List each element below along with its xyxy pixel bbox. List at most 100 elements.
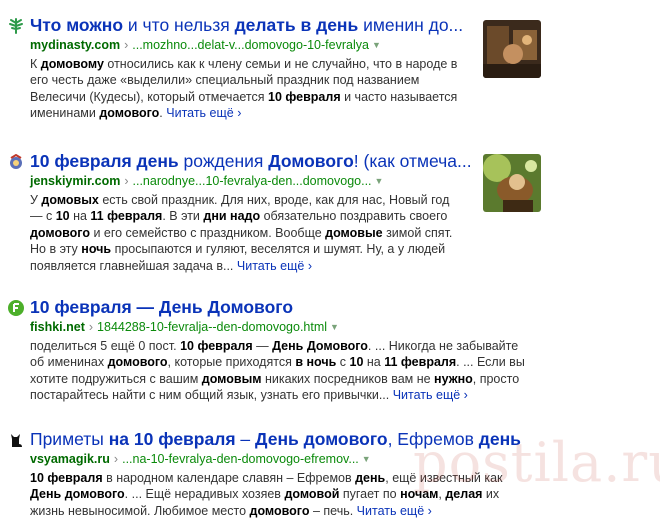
result-path-link[interactable]: ...na-10-fevralya-den-domovogo-efremov..…: [122, 452, 359, 466]
title-part: День домового: [255, 429, 388, 449]
title-part: Домового: [268, 151, 354, 171]
breadcrumb-separator: ›: [113, 452, 119, 466]
title-part: именин до...: [358, 15, 464, 35]
title-part: 10 февраля день: [30, 151, 179, 171]
snippet-highlight: 10 февраля: [30, 471, 103, 485]
result-snippet: К домовому относились как к члену семьи …: [30, 56, 464, 122]
snippet-highlight: день: [355, 471, 386, 485]
result-thumbnail[interactable]: [483, 20, 541, 78]
title-part: Что можно: [30, 15, 124, 35]
title-part: День Домового: [158, 297, 294, 317]
snippet-highlight: домового: [99, 106, 160, 121]
title-part: ! (как отмеча...: [353, 151, 472, 171]
f-icon: [8, 300, 24, 316]
snippet-highlight: 10 февраля: [180, 339, 253, 353]
title-part: Приметы: [30, 429, 104, 449]
snippet-highlight: 10: [349, 355, 364, 370]
read-more-link[interactable]: Читать ещё ›: [393, 388, 468, 402]
snippet-highlight: делая: [445, 487, 483, 502]
snippet-text: пугает по: [339, 487, 401, 502]
read-more-link[interactable]: Читать ещё ›: [166, 106, 241, 120]
snippet-highlight: домового: [30, 225, 90, 240]
title-part: рождения: [178, 151, 269, 171]
result-title-link[interactable]: 10 февраля — День Домового: [30, 296, 526, 318]
result-host-link[interactable]: fishki.net: [30, 320, 85, 334]
cat-icon: [8, 432, 24, 448]
snippet-highlight: дни надо: [203, 209, 261, 224]
snippet-highlight: 11 февраля: [90, 209, 163, 224]
chevron-down-icon[interactable]: ▼: [369, 40, 381, 50]
result-path-link[interactable]: 1844288-10-fevralja--den-domovogo.html: [97, 320, 327, 334]
snippet-highlight: ночь: [81, 242, 112, 257]
search-result: Что можно и что нельзя делать в день име…: [8, 14, 478, 124]
breadcrumb-separator: ›: [124, 38, 129, 52]
snippet-highlight: домовых: [41, 193, 99, 207]
result-thumbnail[interactable]: [483, 154, 541, 212]
title-part: 10 февраля: [30, 297, 132, 317]
result-host-link[interactable]: mydinasty.com: [30, 38, 120, 52]
snippet-text: на: [363, 355, 385, 370]
snippet-highlight: домовым: [201, 371, 262, 386]
read-more-label: Читать ещё: [356, 503, 425, 518]
snippet-text: , ещё известный как: [385, 471, 503, 485]
breadcrumb-separator: ›: [88, 320, 94, 334]
search-result: 10 февраля день рождения Домового! (как …: [8, 150, 478, 275]
result-title-link[interactable]: 10 февраля день рождения Домового! (как …: [30, 150, 476, 172]
snippet-text: поделиться 5 ещё 0 пост.: [30, 339, 181, 353]
read-more-label: Читать ещё: [392, 388, 461, 403]
result-url: vsyamagik.ru › ...na-10-fevralya-den-domov…: [30, 451, 371, 467]
snippet-highlight: ночам: [400, 487, 439, 502]
result-path-link[interactable]: ...narodnye...10-fevralya-den...domovogo…: [133, 174, 372, 188]
snippet-highlight: домовой: [284, 487, 340, 502]
result-snippet: поделиться 5 ещё 0 пост. 10 февраля — Де…: [30, 338, 528, 404]
snippet-highlight: 11 февраля: [384, 355, 457, 370]
result-url: fishki.net › 1844288-10-fevralja--den-domo…: [30, 319, 339, 335]
chevron-down-icon[interactable]: ▼: [372, 176, 384, 186]
title-part: делать в день: [234, 15, 359, 35]
result-path-link[interactable]: ...mozhno...delat-v...domovogo-10-fevral…: [132, 38, 369, 52]
snippet-highlight: День домового: [30, 487, 125, 502]
snippet-highlight: День Домового: [272, 339, 368, 353]
title-part: на: [103, 429, 134, 449]
read-more-link[interactable]: Читать ещё ›: [237, 259, 312, 273]
result-url: jenskiymir.com › ...narodnye...10-fevralya…: [30, 173, 383, 189]
snippet-highlight: 10: [55, 209, 70, 224]
snippet-text: в народном календаре славян – Ефремов: [102, 471, 356, 485]
result-title-link[interactable]: Что можно и что нельзя делать в день име…: [30, 14, 476, 36]
snippet-highlight: в ночь: [295, 355, 337, 370]
result-host-link[interactable]: vsyamagik.ru: [30, 452, 110, 466]
snippet-text: и его семейство с праздником. Вообще: [89, 225, 326, 240]
snippet-text: У: [30, 193, 42, 207]
snippet-text: , которые приходятся: [167, 355, 296, 370]
title-part: 10 февраля: [133, 429, 236, 449]
snippet-text: с: [336, 355, 350, 370]
snippet-highlight: нужно: [434, 371, 473, 386]
snippet-text: . ... Ещё нерадивых хозяев: [124, 487, 285, 502]
result-host-link[interactable]: jenskiymir.com: [30, 174, 120, 188]
read-more-label: Читать ещё: [166, 106, 234, 121]
title-part: –: [235, 429, 256, 449]
result-url: mydinasty.com › ...mozhno...delat-v...domo…: [30, 37, 381, 53]
breadcrumb-separator: ›: [124, 174, 129, 188]
ring-icon: [8, 153, 24, 170]
result-snippet: 10 февраля в народном календаре славян –…: [30, 470, 528, 519]
snippet-text: . В эти: [162, 209, 204, 224]
snippet-highlight: домового: [107, 355, 168, 370]
snippet-text: никаких посредников вам не: [261, 371, 435, 386]
result-title-link[interactable]: Приметы на 10 февраля – День домового, Е…: [30, 428, 526, 450]
title-part: и что нельзя: [123, 15, 235, 35]
snippet-highlight: 10 февраля: [268, 89, 341, 104]
snippet-highlight: домового: [249, 503, 310, 518]
tree-icon: [8, 18, 24, 34]
title-part: , Ефремов: [387, 429, 479, 449]
search-result: Приметы на 10 февраля – День домового, Е…: [8, 428, 528, 519]
chevron-down-icon[interactable]: ▼: [327, 322, 339, 332]
read-more-link[interactable]: Читать ещё ›: [357, 504, 432, 518]
snippet-text: – печь.: [309, 503, 357, 518]
snippet-text: на: [69, 209, 91, 224]
snippet-text: обязательно поздравить своего: [260, 209, 448, 224]
result-snippet: У домовых есть свой праздник. Для них, в…: [30, 192, 464, 274]
chevron-down-icon[interactable]: ▼: [359, 454, 371, 464]
title-part: —: [131, 297, 159, 317]
read-more-label: Читать ещё: [236, 258, 305, 273]
